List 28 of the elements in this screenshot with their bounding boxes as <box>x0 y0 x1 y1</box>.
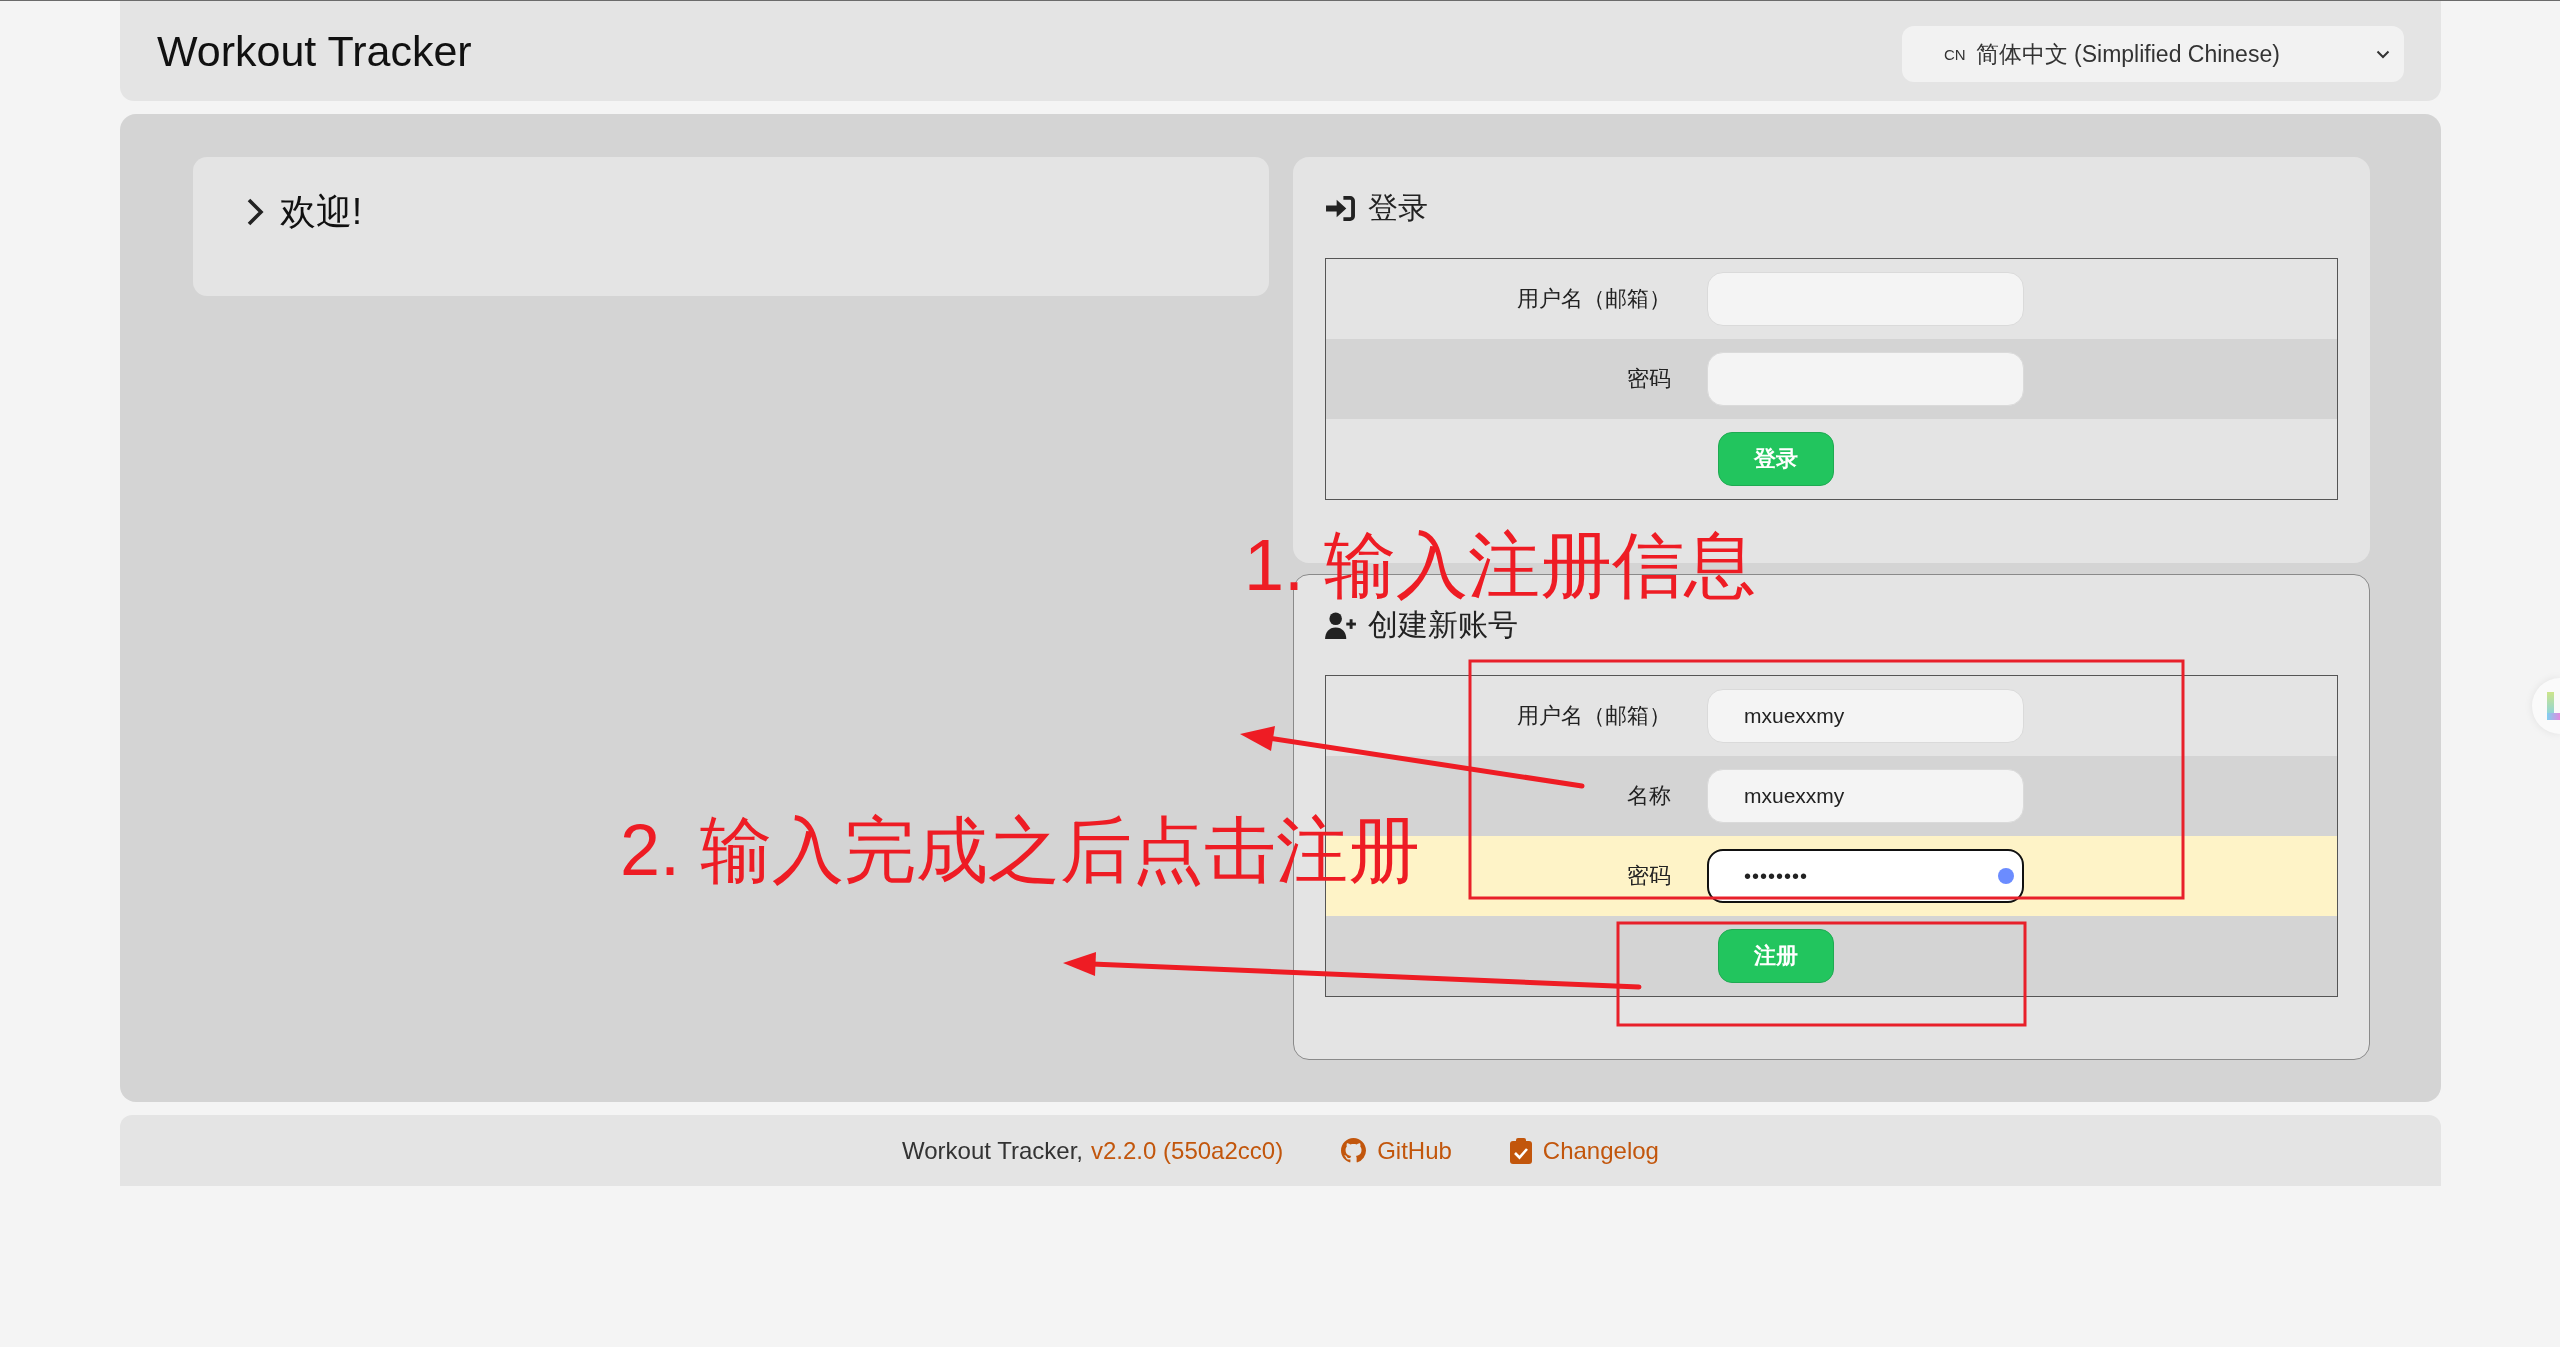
user-plus-icon <box>1325 611 1356 639</box>
app-title: Workout Tracker <box>157 26 472 76</box>
field-label: 用户名（邮箱） <box>1516 285 1671 313</box>
github-link[interactable]: GitHub <box>1341 1136 1452 1165</box>
welcome-title: 欢迎! <box>280 191 362 232</box>
input-field[interactable] <box>1707 272 2024 326</box>
chevron-right-icon <box>246 196 264 227</box>
github-logo-icon <box>1341 1138 1367 1163</box>
input-field[interactable]: mxuexxmy <box>1707 689 2024 743</box>
field-label: 密码 <box>1626 862 1671 890</box>
field-label: 密码 <box>1626 365 1671 393</box>
card-title: 登录 <box>1368 189 1428 226</box>
clipboard-check-icon <box>1509 1137 1532 1164</box>
input-field[interactable]: mxuexxmy <box>1707 769 2024 823</box>
submit-button[interactable]: 登录 <box>1718 432 1834 486</box>
input-field[interactable] <box>1707 352 2024 406</box>
changelog-link[interactable]: Changelog <box>1509 1136 1659 1165</box>
card-title: 创建新账号 <box>1368 606 1518 643</box>
language-select[interactable]: CN 简体中文 (Simplified Chinese) <box>1902 26 2404 82</box>
field-label: 名称 <box>1626 782 1671 810</box>
chevron-down-icon <box>2376 49 2390 59</box>
footer-text: Workout Tracker, <box>902 1136 1083 1165</box>
input-field[interactable]: •••••••• <box>1707 849 2024 903</box>
submit-button[interactable]: 注册 <box>1718 929 1834 983</box>
sign-in-icon <box>1325 194 1356 222</box>
version-link[interactable]: v2.2.0 (550a2cc0) <box>1091 1136 1284 1165</box>
field-label: 用户名（邮箱） <box>1516 702 1671 730</box>
annotation-text: 1. 输入注册信息 <box>1244 529 1757 601</box>
